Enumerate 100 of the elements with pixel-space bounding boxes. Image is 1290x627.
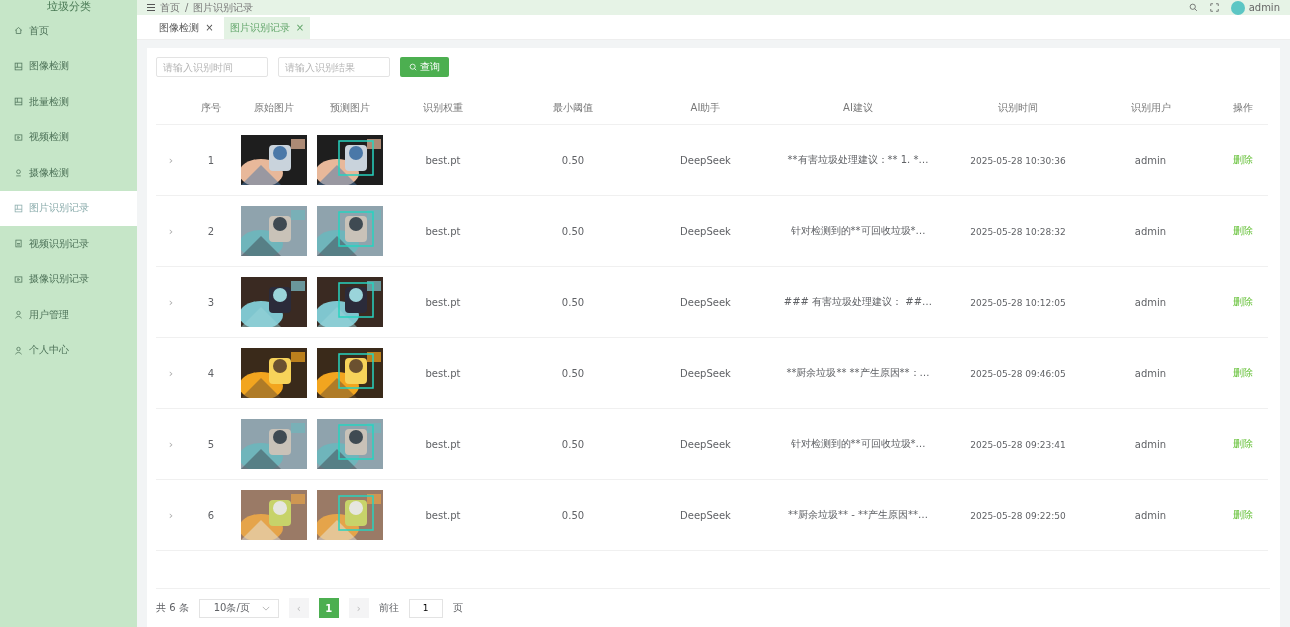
table-cell: 4 — [207, 367, 215, 379]
search-icon[interactable] — [1188, 3, 1198, 12]
table-cell: DeepSeek — [680, 296, 731, 308]
expand-icon[interactable]: › — [168, 295, 174, 309]
sidebar-item[interactable]: 图片识别记录 — [0, 190, 137, 226]
delete-link[interactable]: 删除 — [1233, 367, 1253, 378]
search-icon — [409, 63, 417, 71]
breadcrumb-item[interactable]: 首页 — [160, 0, 180, 15]
table-cell: DeepSeek — [680, 367, 731, 379]
table-cell: 3 — [207, 296, 215, 308]
column-header: 预测图片 — [330, 102, 370, 113]
table-cell: admin — [1134, 154, 1167, 166]
expand-icon[interactable]: › — [168, 366, 174, 380]
table-cell: 2 — [207, 225, 215, 237]
table-cell: 0.50 — [561, 296, 585, 308]
table-cell: 6 — [207, 509, 215, 521]
column-header: 最小阈值 — [553, 102, 593, 113]
table-cell: admin — [1134, 367, 1167, 379]
sidebar-item[interactable]: 视频识别记录 — [0, 226, 137, 262]
delete-link[interactable]: 删除 — [1233, 154, 1253, 165]
camera-icon — [14, 168, 23, 178]
table-cell: 针对检测到的**可回收垃圾*… — [790, 225, 926, 236]
fullscreen-icon[interactable] — [1209, 3, 1219, 12]
table-cell: 1 — [207, 154, 215, 166]
sidebar-item[interactable]: 批量检测 — [0, 84, 137, 120]
table-cell: admin — [1134, 438, 1167, 450]
expand-icon[interactable]: › — [168, 224, 174, 238]
page-number[interactable]: 1 — [318, 598, 339, 618]
user-icon — [14, 345, 23, 355]
column-header: 序号 — [201, 102, 221, 113]
column-header: 识别时间 — [998, 102, 1038, 113]
page-tab[interactable]: 图片识别记录 × — [223, 17, 311, 39]
delete-link[interactable]: 删除 — [1233, 225, 1253, 236]
page-input[interactable]: 1 — [408, 598, 443, 618]
delete-link[interactable]: 删除 — [1233, 296, 1253, 307]
image-icon — [14, 203, 23, 213]
table-cell: 5 — [207, 438, 215, 450]
table-cell: **有害垃圾处理建议：** 1. *… — [787, 154, 929, 165]
breadcrumb-separator: / — [185, 2, 189, 13]
delete-link[interactable]: 删除 — [1233, 509, 1253, 520]
table-cell: best.pt — [425, 367, 461, 379]
page-size-select[interactable]: 10条/页 — [198, 598, 279, 618]
sidebar-item[interactable]: 首页 — [0, 13, 137, 49]
caret-icon — [261, 605, 270, 611]
table-cell: DeepSeek — [680, 509, 731, 521]
expand-icon[interactable]: › — [168, 153, 174, 167]
table-cell: best.pt — [425, 225, 461, 237]
table-cell: best.pt — [425, 296, 461, 308]
table-cell: DeepSeek — [680, 154, 731, 166]
total-count: 共 6 条 — [156, 601, 189, 615]
user-menu[interactable]: admin — [1248, 2, 1280, 13]
table-cell: 2025-05-28 10:12:05 — [970, 297, 1066, 308]
search-field[interactable]: 请输入识别时间 — [156, 57, 268, 77]
column-header: 操作 — [1233, 102, 1253, 113]
page-tab[interactable]: 图像检测 × — [153, 17, 220, 39]
menu-icon[interactable] — [147, 4, 155, 11]
goto-label: 前往 — [378, 601, 399, 615]
page-suffix: 页 — [452, 601, 463, 615]
table-cell: **厨余垃圾** - **产生原因**… — [788, 509, 928, 520]
sidebar-item[interactable]: 摄像检测 — [0, 155, 137, 191]
table-cell: 0.50 — [561, 509, 585, 521]
column-header: AI助手 — [690, 102, 721, 113]
column-header: 识别用户 — [1130, 102, 1171, 113]
table-cell: 0.50 — [561, 225, 585, 237]
search-field[interactable]: 请输入识别结果 — [278, 57, 390, 77]
sidebar-item[interactable]: 图像检测 — [0, 48, 137, 84]
table-cell: best.pt — [425, 438, 461, 450]
table-cell: DeepSeek — [680, 438, 731, 450]
table-cell: admin — [1134, 509, 1167, 521]
table-cell: best.pt — [425, 154, 461, 166]
sidebar-item[interactable]: 摄像识别记录 — [0, 261, 137, 297]
search-button[interactable]: 查询 — [400, 57, 449, 77]
sidebar-item[interactable]: 视频检测 — [0, 119, 137, 155]
table-cell: 2025-05-28 09:46:05 — [970, 368, 1066, 379]
table-cell: 2025-05-28 10:28:32 — [970, 226, 1066, 237]
table-cell: DeepSeek — [680, 225, 731, 237]
table-cell: 2025-05-28 09:22:50 — [970, 510, 1066, 521]
breadcrumb-item[interactable]: 图片识别记录 — [193, 0, 254, 15]
table-cell: 2025-05-28 10:30:36 — [970, 155, 1066, 166]
image-icon — [14, 132, 23, 142]
column-header: 识别权重 — [423, 102, 463, 113]
document-icon — [14, 239, 23, 249]
expand-icon[interactable]: › — [168, 437, 174, 451]
table-cell: best.pt — [425, 509, 461, 521]
table-cell: 针对检测到的**可回收垃圾*… — [790, 438, 926, 449]
sidebar-item[interactable]: 个人中心 — [0, 332, 137, 368]
expand-icon[interactable]: › — [168, 508, 174, 522]
next-page-button[interactable]: › — [348, 598, 369, 618]
column-header: 原始图片 — [254, 102, 294, 113]
column-header: AI建议 — [843, 102, 873, 113]
table-cell: 2025-05-28 09:23:41 — [970, 439, 1066, 450]
table-cell: **厨余垃圾** **产生原因**：… — [786, 367, 930, 378]
table-cell: 0.50 — [561, 438, 585, 450]
image-icon — [14, 61, 23, 71]
table-cell: admin — [1134, 225, 1167, 237]
app-title: 垃圾分类 — [45, 0, 92, 13]
image-icon — [14, 274, 23, 284]
delete-link[interactable]: 删除 — [1233, 438, 1253, 449]
prev-page-button[interactable]: ‹ — [288, 598, 309, 618]
sidebar-item[interactable]: 用户管理 — [0, 297, 137, 333]
